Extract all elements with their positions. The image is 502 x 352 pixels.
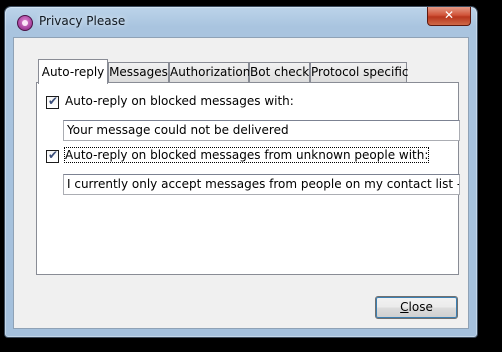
window-title: Privacy Please: [39, 14, 126, 28]
tab-auto-reply[interactable]: Auto-reply: [38, 59, 108, 84]
tab-protocol-specific[interactable]: Protocol specific: [310, 62, 409, 82]
dialog-client-area: Auto-reply Messages Authorization Bot ch…: [13, 37, 469, 329]
app-icon: [17, 15, 33, 31]
blocked-autoreply-message-input[interactable]: Your message could not be delivered: [63, 120, 460, 141]
window-close-button[interactable]: ✕: [427, 7, 471, 26]
close-button-mnemonic: C: [400, 300, 409, 314]
unknown-autoreply-checkbox[interactable]: [46, 148, 59, 163]
tab-authorization[interactable]: Authorization: [169, 62, 250, 82]
unknown-autoreply-label[interactable]: Auto-reply on blocked messages from unkn…: [63, 147, 430, 163]
unknown-autoreply-message-input[interactable]: I currently only accept messages from pe…: [63, 174, 460, 195]
blocked-autoreply-label[interactable]: Auto-reply on blocked messages with:: [65, 94, 294, 108]
close-button[interactable]: Close: [375, 296, 458, 319]
auto-reply-panel: Auto-reply on blocked messages with: You…: [36, 82, 460, 275]
tab-messages[interactable]: Messages: [108, 62, 169, 82]
tab-bot-check[interactable]: Bot check: [249, 62, 310, 82]
close-button-label: lose: [408, 300, 433, 314]
dialog-window: Privacy Please ✕ Auto-reply Messages Aut…: [4, 6, 478, 338]
title-bar[interactable]: Privacy Please ✕: [5, 7, 477, 37]
blocked-autoreply-checkbox[interactable]: [46, 94, 59, 109]
